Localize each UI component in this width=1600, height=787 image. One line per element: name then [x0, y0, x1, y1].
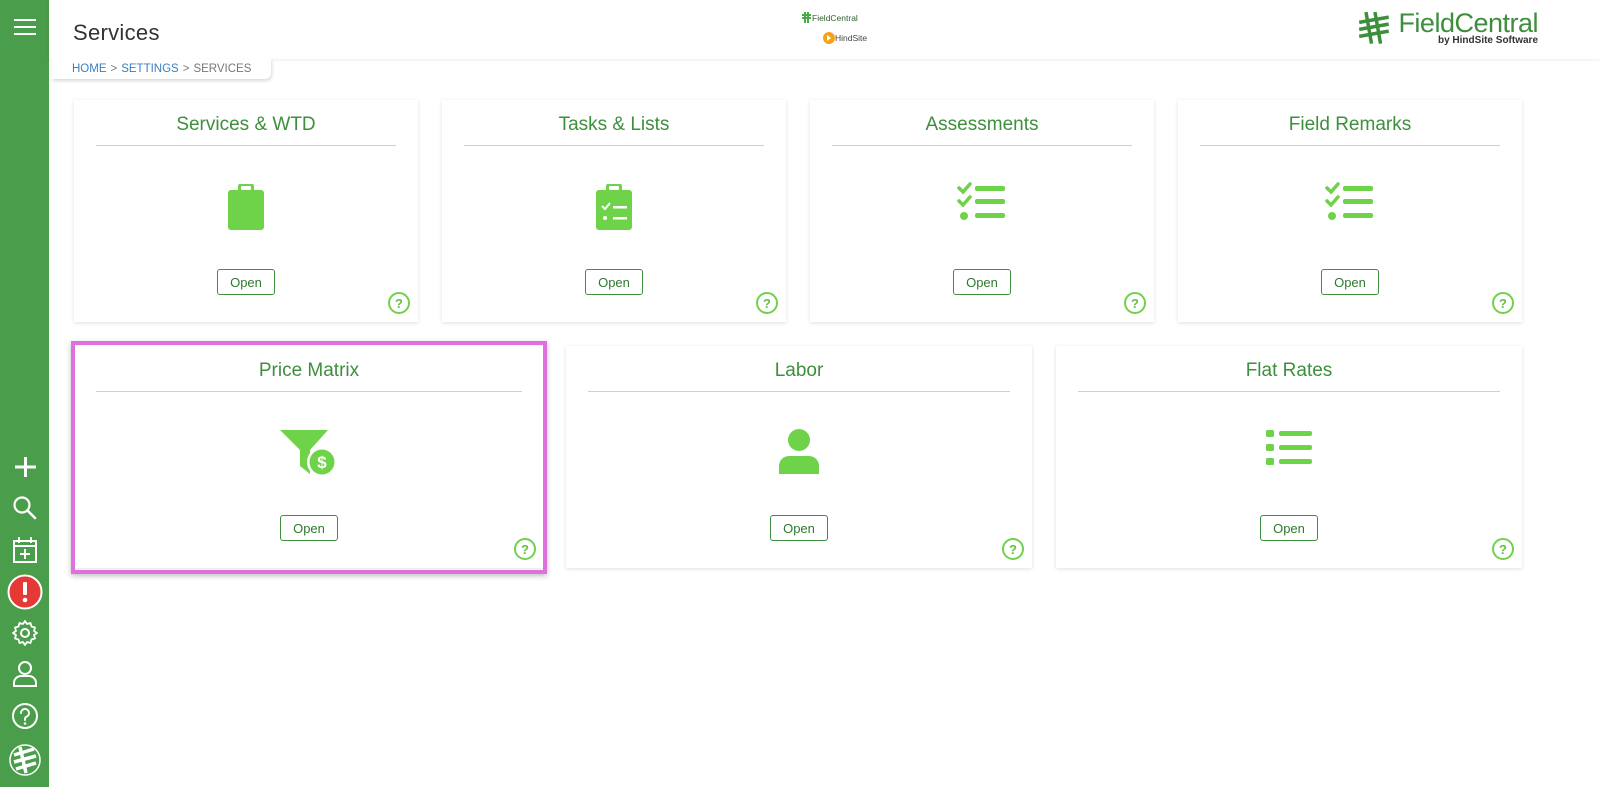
help-icon[interactable]: ? — [756, 292, 778, 314]
sidebar — [0, 0, 49, 787]
open-flat-rates-button[interactable]: Open — [1260, 515, 1318, 541]
breadcrumb-separator: > — [182, 63, 190, 75]
user-icon — [566, 428, 1032, 476]
breadcrumb-settings[interactable]: SETTINGS — [121, 61, 179, 77]
hindsite-mini-icon — [823, 32, 835, 44]
card-title: Tasks & Lists — [464, 114, 764, 146]
fieldcentral-mini-icon — [802, 12, 811, 23]
card-flat-rates: Flat Rates Open ? — [1056, 346, 1522, 568]
card-services-wtd: Services & WTD Open ? — [74, 100, 418, 322]
center-logo-text-2: HindSite — [835, 33, 868, 43]
fieldcentral-logo-icon — [1359, 11, 1390, 44]
help-icon[interactable] — [0, 697, 49, 735]
card-labor: Labor Open ? — [566, 346, 1032, 568]
logo-icon[interactable] — [0, 741, 49, 779]
card-title: Assessments — [832, 114, 1132, 146]
calendar-add-icon[interactable] — [0, 531, 49, 569]
open-labor-button[interactable]: Open — [770, 515, 828, 541]
open-services-wtd-button[interactable]: Open — [217, 269, 275, 295]
center-logo-bottom: HindSite — [823, 32, 867, 44]
open-assessments-button[interactable]: Open — [953, 269, 1011, 295]
svg-text:$: $ — [317, 453, 327, 472]
open-tasks-lists-button[interactable]: Open — [585, 269, 643, 295]
card-assessments: Assessments Open ? — [810, 100, 1154, 322]
clipboard-icon — [74, 182, 418, 232]
gear-icon[interactable] — [0, 614, 49, 652]
menu-icon[interactable] — [0, 8, 49, 46]
alert-icon[interactable] — [0, 573, 49, 611]
card-title: Labor — [588, 360, 1010, 392]
open-price-matrix-button[interactable]: Open — [280, 515, 338, 541]
breadcrumb: HOME > SETTINGS > SERVICES — [52, 59, 272, 79]
card-price-matrix: Price Matrix $ Open ? — [74, 346, 544, 568]
center-logo-top: FieldCentral — [801, 12, 858, 23]
center-logo: FieldCentral HindSite — [801, 10, 881, 50]
breadcrumb-current: SERVICES — [193, 63, 252, 75]
brand-logo[interactable]: FieldCentral by HindSite Software — [1356, 10, 1538, 46]
user-icon[interactable] — [0, 655, 49, 693]
breadcrumb-separator: > — [110, 63, 118, 75]
help-icon[interactable]: ? — [1492, 538, 1514, 560]
funnel-dollar-icon: $ — [74, 428, 544, 480]
checklist-icon — [1178, 182, 1522, 222]
center-logo-text-1: FieldCentral — [812, 12, 858, 23]
brand-text: FieldCentral by HindSite Software — [1398, 10, 1538, 46]
brand-name: FieldCentral — [1398, 8, 1538, 38]
card-title: Field Remarks — [1200, 114, 1500, 146]
page-title: Services — [73, 20, 160, 45]
checklist-icon — [810, 182, 1154, 222]
help-icon[interactable]: ? — [388, 292, 410, 314]
search-icon[interactable] — [0, 489, 49, 527]
card-title: Services & WTD — [96, 114, 396, 146]
open-field-remarks-button[interactable]: Open — [1321, 269, 1379, 295]
plus-icon[interactable] — [0, 448, 49, 486]
card-title: Flat Rates — [1078, 360, 1500, 392]
card-title: Price Matrix — [96, 360, 522, 392]
list-icon — [1056, 428, 1522, 468]
clipboard-list-icon — [442, 182, 786, 232]
help-icon[interactable]: ? — [1002, 538, 1024, 560]
card-tasks-lists: Tasks & Lists Open ? — [442, 100, 786, 322]
help-icon[interactable]: ? — [1124, 292, 1146, 314]
card-field-remarks: Field Remarks Open ? — [1178, 100, 1522, 322]
top-header: Services FieldCentral HindSite FieldCent… — [49, 0, 1600, 59]
help-icon[interactable]: ? — [1492, 292, 1514, 314]
help-icon[interactable]: ? — [514, 538, 536, 560]
breadcrumb-home[interactable]: HOME — [72, 61, 107, 77]
